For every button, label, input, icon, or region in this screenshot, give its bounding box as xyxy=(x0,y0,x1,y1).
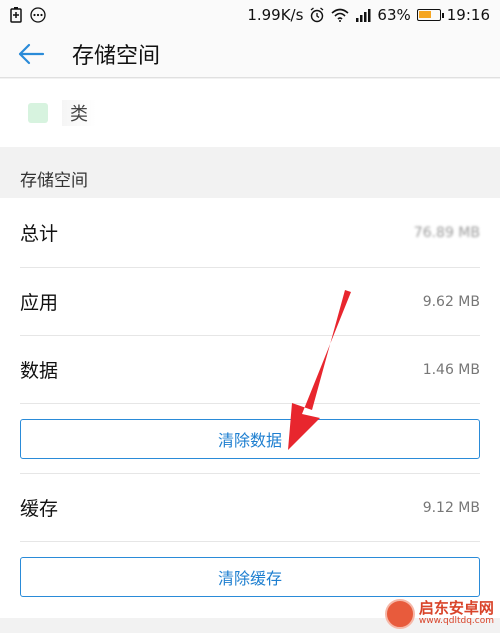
row-total-label: 总计 xyxy=(20,223,59,245)
watermark: 启东安卓网 www.qdltdq.com xyxy=(384,599,494,629)
back-button[interactable] xyxy=(0,30,62,78)
row-apps: 应用 9.62 MB xyxy=(20,268,480,336)
app-name: 类 xyxy=(62,100,96,126)
network-speed: 1.99K/s xyxy=(247,6,304,24)
row-cache-value: 9.12 MB xyxy=(422,499,480,516)
row-total-value: 76.89 MB xyxy=(413,224,480,241)
clear-cache-button[interactable]: 清除缓存 xyxy=(20,557,480,597)
row-data: 数据 1.46 MB xyxy=(20,336,480,404)
storage-card: 总计 76.89 MB 应用 9.62 MB 数据 1.46 MB 清除数据 缓… xyxy=(0,198,500,618)
battery-percent: 63% xyxy=(377,6,411,24)
status-bar: 1.99K/s 63% 19:16 xyxy=(0,0,500,30)
app-icon xyxy=(28,103,48,123)
battery-level xyxy=(418,11,432,18)
more-icon xyxy=(30,7,46,23)
watermark-logo-icon xyxy=(384,599,415,629)
alarm-icon xyxy=(309,7,325,23)
watermark-text: 启东安卓网 www.qdltdq.com xyxy=(419,601,494,626)
clock: 19:16 xyxy=(446,6,490,24)
row-apps-value: 9.62 MB xyxy=(422,293,480,310)
page-title: 存储空间 xyxy=(72,43,161,69)
battery-icon xyxy=(416,9,444,21)
row-data-value: 1.46 MB xyxy=(422,361,480,378)
status-left-icons xyxy=(10,7,46,23)
row-apps-label: 应用 xyxy=(20,292,59,314)
status-right-icons: 1.99K/s 63% 19:16 xyxy=(247,6,490,24)
row-cache: 缓存 9.12 MB xyxy=(20,474,480,542)
row-data-label: 数据 xyxy=(20,360,59,382)
battery-saver-icon xyxy=(10,7,22,23)
app-info-header: 类 xyxy=(0,79,500,147)
clear-data-button[interactable]: 清除数据 xyxy=(20,419,480,459)
watermark-url: www.qdltdq.com xyxy=(418,616,494,627)
arrow-left-icon xyxy=(18,43,45,64)
watermark-title: 启东安卓网 xyxy=(418,599,494,618)
section-header: 存储空间 xyxy=(20,170,88,191)
row-total: 总计 76.89 MB xyxy=(20,198,480,268)
row-cache-label: 缓存 xyxy=(20,498,59,520)
app-bar: 存储空间 xyxy=(0,30,500,78)
wifi-icon xyxy=(331,8,349,22)
signal-icon xyxy=(355,8,371,22)
